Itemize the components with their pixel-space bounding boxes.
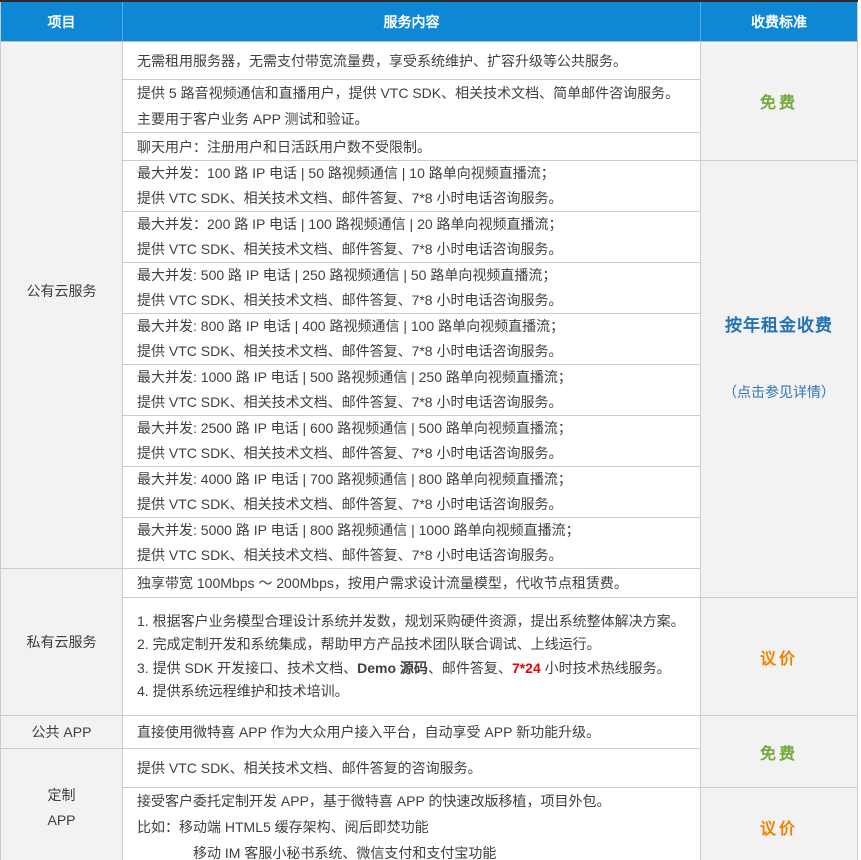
tier-support-line: 提供 VTC SDK、相关技术文档、邮件答复、7*8 小时电话咨询服务。 bbox=[137, 237, 690, 262]
tier-capacity-line: 最大并发: 500 路 IP 电话 | 250 路视频通信 | 50 路单向视频… bbox=[137, 263, 690, 288]
service-tier-cell: 最大并发：200 路 IP 电话 | 100 路视频通信 | 20 路单向视频直… bbox=[123, 212, 701, 263]
service-free-row3: 聊天用户：注册用户和日活跃用户数不受限制。 bbox=[123, 133, 701, 161]
table-row: 公有云服务 无需租用服务器，无需支付带宽流量费，享受系统维护、扩容升级等公共服务… bbox=[1, 42, 858, 80]
item3-red-highlight: 7*24 bbox=[512, 660, 541, 676]
tier-support-line: 提供 VTC SDK、相关技术文档、邮件答复、7*8 小时电话咨询服务。 bbox=[137, 288, 690, 313]
table-row: 公共 APP 直接使用微特喜 APP 作为大众用户接入平台，自动享受 APP 新… bbox=[1, 716, 858, 749]
service-tier-cell: 最大并发：100 路 IP 电话 | 50 路视频通信 | 10 路单向视频直播… bbox=[123, 161, 701, 212]
tier-support-line: 提供 VTC SDK、相关技术文档、邮件答复、7*8 小时电话咨询服务。 bbox=[137, 339, 690, 364]
fee-annual-cell: 按年租金收费 （点击参见详情） bbox=[701, 161, 858, 598]
service-custom-app-row1: 提供 VTC SDK、相关技术文档、邮件答复的咨询服务。 bbox=[123, 749, 701, 788]
category-public-cloud-label: 公有云服务 bbox=[2, 281, 121, 301]
item3-post: 小时技术热线服务。 bbox=[541, 660, 671, 676]
fee-free-public-badge: 免费 bbox=[701, 42, 858, 161]
table-header-row: 项目 服务内容 收费标准 bbox=[1, 1, 858, 42]
service-tier-cell: 最大并发: 5000 路 IP 电话 | 800 路视频通信 | 1000 路单… bbox=[123, 518, 701, 569]
category-public-cloud: 公有云服务 bbox=[1, 42, 123, 569]
category-private-cloud: 私有云服务 bbox=[1, 569, 123, 716]
pricing-table: 项目 服务内容 收费标准 公有云服务 无需租用服务器，无需支付带宽流量费，享受系… bbox=[0, 0, 858, 860]
service-free-row2-line2: 主要用于客户业务 APP 测试和验证。 bbox=[137, 106, 690, 132]
service-free-row2: 提供 5 路音视频通信和直播用户，提供 VTC SDK、相关技术文档、简单邮件咨… bbox=[123, 80, 701, 133]
tier-support-line: 提供 VTC SDK、相关技术文档、邮件答复、7*8 小时电话咨询服务。 bbox=[137, 492, 690, 517]
header-item-column: 项目 bbox=[1, 1, 123, 42]
service-tier-cell: 最大并发: 2500 路 IP 电话 | 600 路视频通信 | 500 路单向… bbox=[123, 416, 701, 467]
table-row: 1. 根据客户业务模型合理设计系统并发数，规划采购硬件资源，提出系统整体解决方案… bbox=[1, 598, 858, 716]
tier-capacity-line: 最大并发: 2500 路 IP 电话 | 600 路视频通信 | 500 路单向… bbox=[137, 416, 690, 441]
tier-support-line: 提供 VTC SDK、相关技术文档、邮件答复、7*8 小时电话咨询服务。 bbox=[137, 390, 690, 415]
tier-capacity-line: 最大并发: 1000 路 IP 电话 | 500 路视频通信 | 250 路单向… bbox=[137, 365, 690, 390]
service-tier-cell: 最大并发: 800 路 IP 电话 | 400 路视频通信 | 100 路单向视… bbox=[123, 314, 701, 365]
service-tier-cell: 最大并发: 1000 路 IP 电话 | 500 路视频通信 | 250 路单向… bbox=[123, 365, 701, 416]
service-bandwidth-row: 独享带宽 100Mbps ～ 200Mbps，按用户需求设计流量模型，代收节点租… bbox=[123, 569, 701, 598]
fee-annual-details-link[interactable]: （点击参见详情） bbox=[702, 382, 856, 402]
fee-annual-wrap: 按年租金收费 （点击参见详情） bbox=[702, 311, 856, 402]
service-tier-cell: 最大并发: 500 路 IP 电话 | 250 路视频通信 | 50 路单向视频… bbox=[123, 263, 701, 314]
item3-bold: Demo 源码 bbox=[357, 660, 428, 676]
category-custom-app-line2: APP bbox=[2, 808, 121, 833]
service-public-app-row: 直接使用微特喜 APP 作为大众用户接入平台，自动享受 APP 新功能升级。 bbox=[123, 716, 701, 749]
fee-negotiable-custom-badge: 议价 bbox=[701, 788, 858, 860]
page: 项目 服务内容 收费标准 公有云服务 无需租用服务器，无需支付带宽流量费，享受系… bbox=[0, 0, 861, 860]
private-cloud-item-4: 4. 提供系统远程维护和技术培训。 bbox=[137, 680, 690, 704]
header-service-column: 服务内容 bbox=[123, 1, 701, 42]
service-tier-cell: 最大并发: 4000 路 IP 电话 | 700 路视频通信 | 800 路单向… bbox=[123, 467, 701, 518]
tier-support-line: 提供 VTC SDK、相关技术文档、邮件答复、7*8 小时电话咨询服务。 bbox=[137, 441, 690, 466]
custom-app-line1: 接受客户委托定制开发 APP，基于微特喜 APP 的快速改版移植，项目外包。 bbox=[137, 788, 690, 814]
tier-support-line: 提供 VTC SDK、相关技术文档、邮件答复、7*8 小时电话咨询服务。 bbox=[137, 186, 690, 211]
category-custom-app-line1: 定制 bbox=[2, 783, 121, 808]
private-cloud-item-3: 3. 提供 SDK 开发接口、技术文档、Demo 源码、邮件答复、7*24 小时… bbox=[137, 657, 690, 681]
fee-free-app-badge: 免费 bbox=[701, 716, 858, 788]
custom-app-line3: 移动 IM 客服小秘书系统、微信支付和支付宝功能 bbox=[137, 840, 690, 860]
tier-capacity-line: 最大并发：100 路 IP 电话 | 50 路视频通信 | 10 路单向视频直播… bbox=[137, 161, 690, 186]
header-fee-column: 收费标准 bbox=[701, 1, 858, 42]
custom-app-line2: 比如：移动端 HTML5 缓存架构、阅后即焚功能 bbox=[137, 814, 690, 840]
fee-negotiable-private-badge: 议价 bbox=[701, 598, 858, 716]
table-row-tier-1: 最大并发：100 路 IP 电话 | 50 路视频通信 | 10 路单向视频直播… bbox=[1, 161, 858, 212]
tier-capacity-line: 最大并发: 4000 路 IP 电话 | 700 路视频通信 | 800 路单向… bbox=[137, 467, 690, 492]
private-cloud-item-1: 1. 根据客户业务模型合理设计系统并发数，规划采购硬件资源，提出系统整体解决方案… bbox=[137, 610, 690, 634]
category-custom-app: 定制 APP bbox=[1, 749, 123, 860]
tier-support-line: 提供 VTC SDK、相关技术文档、邮件答复、7*8 小时电话咨询服务。 bbox=[137, 543, 690, 568]
item3-pre: 3. 提供 SDK 开发接口、技术文档、 bbox=[137, 660, 357, 676]
fee-annual-label: 按年租金收费 bbox=[702, 311, 856, 336]
tier-capacity-line: 最大并发：200 路 IP 电话 | 100 路视频通信 | 20 路单向视频直… bbox=[137, 212, 690, 237]
service-free-row2-line1: 提供 5 路音视频通信和直播用户，提供 VTC SDK、相关技术文档、简单邮件咨… bbox=[137, 80, 690, 106]
private-cloud-item-2: 2. 完成定制开发和系统集成，帮助甲方产品技术团队联合调试、上线运行。 bbox=[137, 633, 690, 657]
service-private-cloud-list: 1. 根据客户业务模型合理设计系统并发数，规划采购硬件资源，提出系统整体解决方案… bbox=[123, 598, 701, 716]
service-free-row1: 无需租用服务器，无需支付带宽流量费，享受系统维护、扩容升级等公共服务。 bbox=[123, 42, 701, 80]
table-row: 接受客户委托定制开发 APP，基于微特喜 APP 的快速改版移植，项目外包。 比… bbox=[1, 788, 858, 860]
item3-mid: 、邮件答复、 bbox=[428, 660, 512, 676]
service-custom-app-row2: 接受客户委托定制开发 APP，基于微特喜 APP 的快速改版移植，项目外包。 比… bbox=[123, 788, 701, 860]
tier-capacity-line: 最大并发: 800 路 IP 电话 | 400 路视频通信 | 100 路单向视… bbox=[137, 314, 690, 339]
category-public-app: 公共 APP bbox=[1, 716, 123, 749]
tier-capacity-line: 最大并发: 5000 路 IP 电话 | 800 路视频通信 | 1000 路单… bbox=[137, 518, 690, 543]
